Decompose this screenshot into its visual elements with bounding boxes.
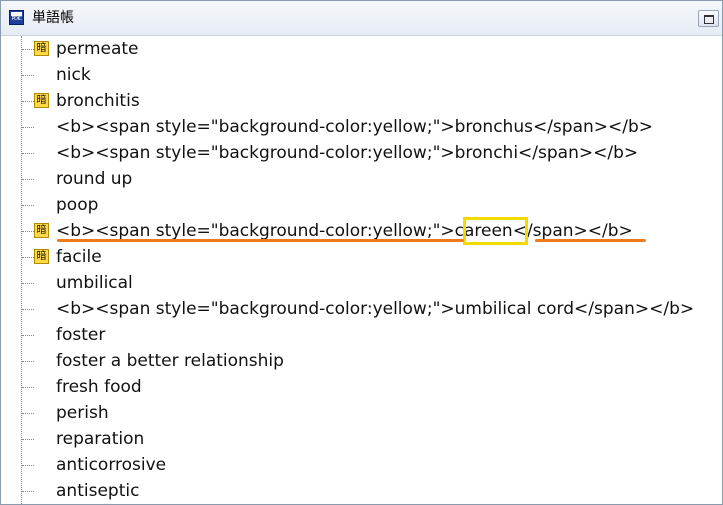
title-bar: PDIC 単語帳	[1, 1, 722, 36]
tree-item-label: <b><span style="background-color:yellow;…	[56, 117, 654, 137]
tree-item-label: perish	[56, 403, 109, 423]
tree-branch-line	[22, 361, 34, 362]
tree-item[interactable]: umbilical	[1, 270, 721, 296]
tree-branch-line	[22, 283, 34, 284]
tree-item[interactable]: <b><span style="background-color:yellow;…	[1, 114, 721, 140]
tree-branch-line	[22, 101, 34, 102]
tree-item-label: <b><span style="background-color:yellow;…	[56, 143, 639, 163]
memorize-badge-icon: 暗	[34, 223, 49, 238]
tree-item-label: fresh food	[56, 377, 142, 397]
tree-item[interactable]: foster	[1, 322, 721, 348]
tree-item[interactable]: antiseptic	[1, 478, 721, 504]
tree-item[interactable]: 暗 facile	[1, 244, 721, 270]
tree-branch-line	[22, 179, 34, 180]
tree-item-label: foster a better relationship	[56, 351, 284, 371]
tree-item[interactable]: foster a better relationship	[1, 348, 721, 374]
tree-item-label: permeate	[56, 39, 139, 59]
tree-branch-line	[22, 49, 34, 50]
tree-branch-line	[22, 205, 34, 206]
restore-window-button[interactable]	[698, 10, 719, 27]
tree-item[interactable]: round up	[1, 166, 721, 192]
tree-item-label: bronchitis	[56, 91, 140, 111]
tree-item-label: antiseptic	[56, 481, 140, 501]
tree-item[interactable]: <b><span style="background-color:yellow;…	[1, 140, 721, 166]
tree-branch-line	[22, 257, 34, 258]
tree-item-label: anticorrosive	[56, 455, 167, 475]
tree-item-label: round up	[56, 169, 133, 189]
tree-item-label: reparation	[56, 429, 145, 449]
app-window: PDIC 単語帳 暗 permeate nick 暗 bronchitis <b><spa…	[0, 0, 723, 505]
tree-branch-line	[22, 127, 34, 128]
tree-item[interactable]: reparation	[1, 426, 721, 452]
tree-item[interactable]: perish	[1, 400, 721, 426]
tree-item-label: umbilical	[56, 273, 133, 293]
highlight-box-annotation	[463, 217, 528, 245]
underline-annotation-right	[535, 239, 646, 242]
tree-branch-line	[22, 491, 34, 492]
tree-branch-line	[22, 387, 34, 388]
tree-item-label: facile	[56, 247, 102, 267]
tree-branch-line	[22, 231, 34, 232]
tree-branch-line	[22, 153, 34, 154]
tree-item[interactable]: fresh food	[1, 374, 721, 400]
tree-item[interactable]: 暗 bronchitis	[1, 88, 721, 114]
tree-branch-line	[22, 439, 34, 440]
tree-item[interactable]: nick	[1, 62, 721, 88]
underline-annotation-left	[57, 239, 464, 242]
tree-branch-line	[22, 465, 34, 466]
memorize-badge-icon: 暗	[34, 41, 49, 56]
tree-branch-line	[22, 309, 34, 310]
tree-item-label: <b><span style="background-color:yellow;…	[56, 299, 695, 319]
tree-item[interactable]: 暗 permeate	[1, 36, 721, 62]
tree-item[interactable]: anticorrosive	[1, 452, 721, 478]
tree-item-label: poop	[56, 195, 99, 215]
tree-item-label: foster	[56, 325, 106, 345]
memorize-badge-icon: 暗	[34, 249, 49, 264]
tree-item[interactable]: <b><span style="background-color:yellow;…	[1, 296, 721, 322]
window-title: 単語帳	[32, 10, 74, 26]
tree-branch-line	[22, 335, 34, 336]
tree-branch-line	[22, 413, 34, 414]
tree-item-label: nick	[56, 65, 91, 85]
tree-branch-line	[22, 75, 34, 76]
word-list-tree[interactable]: 暗 permeate nick 暗 bronchitis <b><span style="…	[1, 36, 722, 504]
tree-item[interactable]: poop	[1, 192, 721, 218]
pdic-app-icon: PDIC	[9, 10, 24, 25]
memorize-badge-icon: 暗	[34, 93, 49, 108]
